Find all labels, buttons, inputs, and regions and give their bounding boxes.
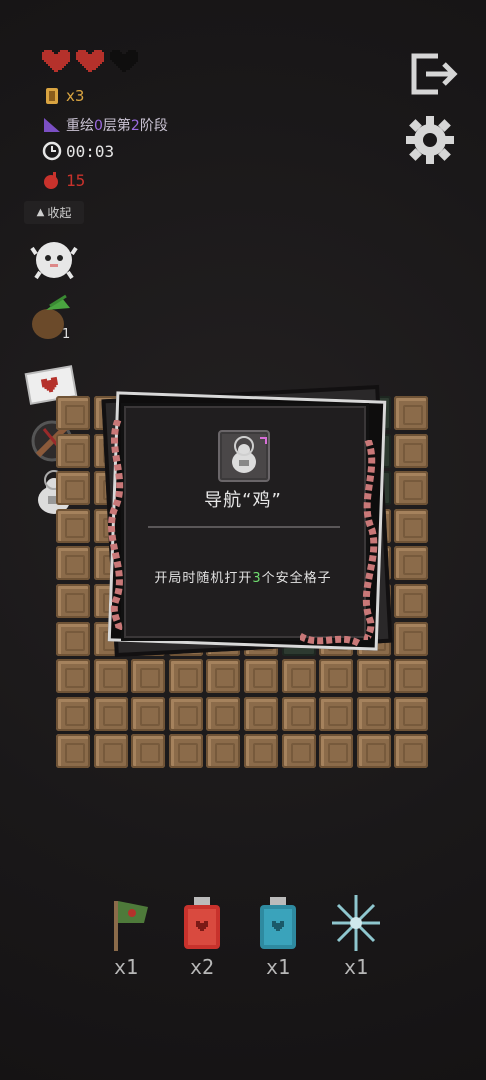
fruit-relic-icon[interactable] [26, 294, 80, 344]
board-tile[interactable] [394, 508, 429, 543]
board-tile[interactable] [56, 696, 90, 731]
board-tile[interactable] [244, 659, 278, 694]
board-tile[interactable] [56, 734, 90, 769]
snowflake-icon [332, 895, 380, 951]
board-tile[interactable] [281, 696, 316, 731]
coin-icon [42, 86, 62, 106]
card-desc-after: 个安全格子 [261, 571, 332, 586]
ribbon-bottom-decoration [300, 632, 360, 648]
collapse-button[interactable]: ▲ 收起 [24, 201, 84, 224]
board-tile[interactable] [394, 396, 429, 430]
ghost-relic-icon[interactable] [30, 234, 84, 284]
floor-layer: 0 [94, 118, 103, 134]
card-desc-before: 开局时随机打开 [154, 571, 253, 586]
heart-empty-icon [108, 48, 140, 78]
board-tile[interactable] [168, 696, 203, 731]
triangle-up-icon: ▲ [36, 207, 45, 218]
board-tile[interactable] [131, 696, 166, 731]
board-tile[interactable] [168, 734, 203, 769]
snowflake-item[interactable]: x1 [326, 893, 386, 979]
timer-value: 00:03 [66, 141, 115, 161]
collapse-label: 收起 [47, 206, 72, 220]
board-tile[interactable] [394, 659, 429, 694]
card-title: 导航“鸡” [204, 490, 282, 511]
board-tile[interactable] [131, 734, 166, 769]
board-tile[interactable] [281, 734, 316, 769]
fruit-relic-count: 1 [62, 327, 71, 342]
bomb-icon [42, 170, 62, 190]
floor-text: 重绘0层第2阶段 [66, 115, 168, 135]
flag-count: x1 [113, 955, 139, 979]
bomb-count: 15 [66, 170, 86, 190]
board-tile[interactable] [168, 659, 203, 694]
card-desc-number: 3 [252, 571, 262, 586]
gear-icon[interactable] [404, 114, 456, 166]
board-tile[interactable] [394, 621, 429, 656]
board-tile[interactable] [206, 696, 241, 731]
board-tile[interactable] [356, 696, 391, 731]
board-tile[interactable] [394, 696, 429, 731]
blue-potion-icon [260, 897, 296, 949]
board-tile[interactable] [394, 471, 429, 506]
board-tile[interactable] [356, 659, 391, 694]
board-tile[interactable] [56, 508, 90, 543]
bomb-counter: 15 [42, 170, 85, 190]
board-tile[interactable] [93, 659, 128, 694]
red-potion-icon [184, 897, 220, 949]
board-tile[interactable] [319, 696, 354, 731]
timer: 00:03 [42, 141, 114, 161]
card-description: 开局时随机打开3个安全格子 [124, 567, 362, 586]
board-tile[interactable] [131, 659, 166, 694]
clock-icon [42, 141, 62, 161]
red-potion-item[interactable]: x2 [172, 893, 232, 979]
board-tile[interactable] [56, 396, 90, 430]
board-tile[interactable] [56, 471, 90, 506]
board-tile[interactable] [244, 696, 278, 731]
flag-icon [114, 901, 148, 951]
board-tile[interactable] [394, 546, 429, 581]
blue-potion-count: x1 [265, 955, 291, 979]
board-tile[interactable] [356, 734, 391, 769]
board-tile[interactable] [206, 659, 241, 694]
board-tile[interactable] [281, 659, 316, 694]
board-tile[interactable] [56, 584, 90, 618]
blue-potion-item[interactable]: x1 [248, 893, 308, 979]
board-tile[interactable] [394, 433, 429, 468]
coin-counter: x3 [42, 86, 84, 106]
board-tile[interactable] [56, 621, 90, 656]
floor-stage: 2 [130, 118, 140, 134]
card-divider [148, 526, 340, 528]
board-tile[interactable] [93, 696, 128, 731]
board-tile[interactable] [56, 659, 90, 694]
triangle-flag-icon [42, 115, 62, 135]
exit-icon[interactable] [408, 48, 460, 100]
coin-count: x3 [66, 87, 85, 105]
floor-indicator: 重绘0层第2阶段 [42, 115, 168, 135]
board-tile[interactable] [319, 659, 354, 694]
floor-middle: 层第 [102, 118, 131, 134]
floor-suffix: 阶段 [139, 118, 168, 134]
heart-full-icon [74, 48, 106, 78]
board-tile[interactable] [319, 734, 354, 769]
heart-full-icon [40, 48, 72, 78]
board-tile[interactable] [394, 734, 429, 769]
board-tile[interactable] [206, 734, 241, 769]
floor-prefix: 重绘 [66, 118, 94, 134]
health-hearts [40, 48, 140, 78]
board-tile[interactable] [244, 734, 278, 769]
ribbon-right-decoration [362, 440, 378, 640]
board-tile[interactable] [394, 584, 429, 618]
navigation-chicken-icon [218, 430, 270, 482]
board-tile[interactable] [56, 546, 90, 581]
flag-item[interactable]: x1 [96, 893, 156, 979]
snowflake-count: x1 [343, 955, 369, 979]
board-tile[interactable] [56, 433, 90, 468]
red-potion-count: x2 [189, 955, 215, 979]
board-tile[interactable] [93, 734, 128, 769]
ribbon-left-decoration [108, 420, 124, 630]
